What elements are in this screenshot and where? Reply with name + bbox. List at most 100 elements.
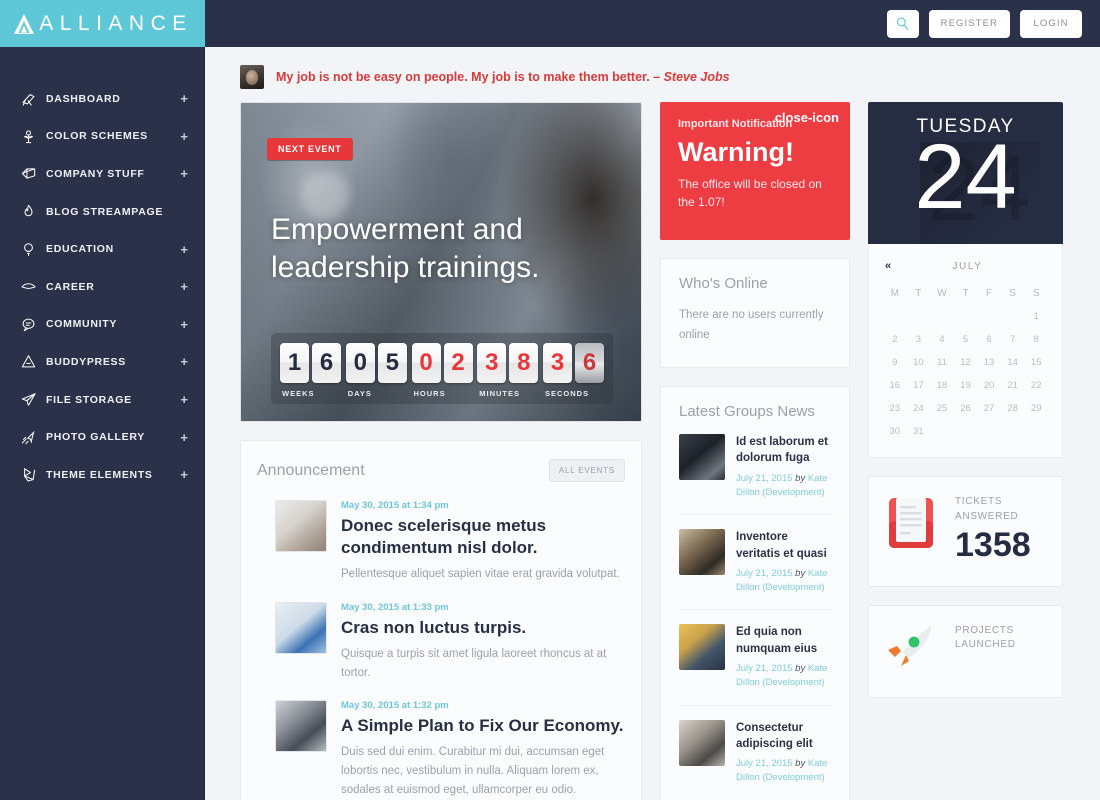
sidebar-item-community[interactable]: COMMUNITY +: [0, 306, 204, 344]
sidebar-item-career[interactable]: CAREER +: [0, 268, 204, 306]
expand-icon[interactable]: +: [180, 167, 188, 180]
announcement-post[interactable]: May 30, 2015 at 1:33 pm Cras non luctus …: [257, 584, 625, 682]
next-event-badge[interactable]: NEXT EVENT: [267, 138, 353, 160]
calendar-day-cell[interactable]: 8: [1024, 334, 1048, 345]
sidebar-item-theme-elements[interactable]: THEME ELEMENTS +: [0, 456, 204, 494]
calendar-day-cell[interactable]: 31: [907, 426, 931, 437]
expand-icon[interactable]: +: [180, 468, 188, 481]
post-body: May 30, 2015 at 1:32 pm A Simple Plan to…: [341, 700, 625, 799]
expand-icon[interactable]: +: [180, 280, 188, 293]
expand-icon[interactable]: +: [180, 130, 188, 143]
calendar-body: « JULY M T W T F S S 1 2 3 4 5 6 7 8 9 10 11 12 13 14 15 16 17 1…: [868, 244, 1063, 458]
calendar-day-cell[interactable]: 24: [907, 403, 931, 414]
countdown-label: MINUTES: [479, 389, 520, 398]
expand-icon[interactable]: +: [180, 318, 188, 331]
post-date: May 30, 2015 at 1:32 pm: [341, 700, 449, 712]
sidebar-item-label: COMMUNITY: [46, 318, 118, 331]
sidebar-item-photo-gallery[interactable]: PHOTO GALLERY +: [0, 418, 204, 456]
calendar-grid: M T W T F S S 1 2 3 4 5 6 7 8 9 10 11 12 13 14 15 16 17 18 19 20 21…: [883, 288, 1048, 437]
calendar-day-cell[interactable]: 15: [1024, 357, 1048, 368]
calendar-day-cell[interactable]: 18: [930, 380, 954, 391]
brand-name: ALLIANCE: [39, 11, 193, 35]
post-excerpt: Quisque a turpis sit amet ligula laoreet…: [341, 647, 607, 679]
sidebar-item-color-schemes[interactable]: COLOR SCHEMES +: [0, 118, 204, 156]
calendar-day-cell[interactable]: 17: [907, 380, 931, 391]
calendar-day-cell[interactable]: 16: [883, 380, 907, 391]
calendar-day-cell[interactable]: 21: [1001, 380, 1025, 391]
list-item[interactable]: Consectetur adipiscing elit July 21, 201…: [679, 706, 833, 800]
calendar-day-cell[interactable]: 23: [883, 403, 907, 414]
news-by: by: [795, 663, 806, 675]
calendar-day-cell[interactable]: 1: [1024, 311, 1048, 322]
calendar-day-cell[interactable]: 30: [883, 426, 907, 437]
all-events-button[interactable]: ALL EVENTS: [548, 459, 625, 482]
calendar-day-cell[interactable]: 5: [954, 334, 978, 345]
close-icon[interactable]: close-icon: [775, 111, 839, 124]
news-title[interactable]: Ed quia non numquam eius: [736, 624, 833, 657]
sidebar-item-blog-streampage[interactable]: BLOG STREAMPAGE: [0, 193, 204, 231]
post-date: May 30, 2015 at 1:34 pm: [341, 500, 449, 511]
sidebar-item-dashboard[interactable]: DASHBOARD +: [0, 80, 204, 118]
calendar-month-label: JULY: [952, 260, 983, 272]
calendar-day-cell[interactable]: 13: [977, 357, 1001, 368]
sidebar-item-label: COMPANY STUFF: [46, 167, 145, 180]
calendar-day-cell[interactable]: 20: [977, 380, 1001, 391]
calendar-day-cell[interactable]: 25: [930, 403, 954, 414]
column-right: TUESDAY 24 « JULY M T W T F S S 1 2 3 4 5 6 7 8 9 10 11 12…: [868, 102, 1063, 800]
calendar-day-cell[interactable]: 11: [930, 357, 954, 368]
expand-icon[interactable]: +: [180, 393, 188, 406]
calendar-day-cell[interactable]: 10: [907, 357, 931, 368]
news-title[interactable]: Inventore veritatis et quasi: [736, 529, 833, 562]
search-icon: [897, 17, 909, 30]
announcement-post[interactable]: May 30, 2015 at 1:34 pm Donec scelerisqu…: [257, 482, 625, 584]
calendar-day-cell[interactable]: 29: [1024, 403, 1048, 414]
register-button[interactable]: REGISTER: [928, 9, 1010, 38]
sidebar-item-company-stuff[interactable]: COMPANY STUFF +: [0, 155, 204, 193]
origami-bird-icon: [20, 466, 46, 483]
countdown-group-weeks: 1 6 WEEKS: [280, 343, 341, 398]
calendar-day-cell[interactable]: 3: [907, 334, 931, 345]
hero-banner[interactable]: NEXT EVENT Empowerment and leadership tr…: [240, 102, 642, 422]
calendar-day-cell[interactable]: 2: [883, 334, 907, 345]
sidebar-item-buddypress[interactable]: BUDDYPRESS +: [0, 343, 204, 381]
calendar-dow-1: T: [915, 288, 922, 299]
expand-icon[interactable]: +: [180, 92, 188, 105]
countdown-digit: 0: [345, 343, 375, 383]
expand-icon[interactable]: +: [180, 243, 188, 256]
list-item[interactable]: Inventore veritatis et quasi July 21, 20…: [679, 515, 833, 611]
calendar-day-cell[interactable]: 22: [1024, 380, 1048, 391]
countdown-digits: 1 6: [280, 343, 341, 383]
sidebar-item-file-storage[interactable]: FILE STORAGE +: [0, 381, 204, 419]
calendar-day-cell[interactable]: 6: [977, 334, 1001, 345]
expand-icon[interactable]: +: [180, 355, 188, 368]
news-title[interactable]: Consectetur adipiscing elit: [736, 720, 833, 753]
news-title[interactable]: Id est laborum et dolorum fuga: [736, 434, 833, 467]
list-item[interactable]: Ed quia non numquam eius July 21, 2015 b…: [679, 610, 833, 706]
post-title[interactable]: Donec scelerisque metus condimentum nisl…: [341, 515, 625, 559]
calendar-day-cell[interactable]: 19: [954, 380, 978, 391]
search-button[interactable]: [886, 9, 919, 38]
expand-icon[interactable]: +: [180, 431, 188, 444]
calendar-day-cell[interactable]: 26: [954, 403, 978, 414]
news-thumbnail: [679, 624, 725, 671]
lightbulb-pin-icon: [20, 241, 46, 258]
brand-logo[interactable]: ALLIANCE: [0, 0, 205, 47]
post-title[interactable]: A Simple Plan to Fix Our Economy.: [341, 715, 625, 737]
calendar-day-cell[interactable]: 28: [1001, 403, 1025, 414]
news-meta: July 21, 2015 by Kate Dillon (Developmen…: [736, 567, 833, 596]
login-button[interactable]: LOGIN: [1020, 9, 1082, 38]
rocket-icon: [885, 624, 941, 675]
list-item[interactable]: Id est laborum et dolorum fuga July 21, …: [679, 420, 833, 516]
calendar-day-cell[interactable]: 9: [883, 357, 907, 368]
post-title[interactable]: Cras non luctus turpis.: [341, 617, 625, 639]
countdown-digit: 0: [411, 343, 441, 383]
announcement-post[interactable]: May 30, 2015 at 1:32 pm A Simple Plan to…: [257, 682, 625, 799]
calendar-day-cell[interactable]: 7: [1001, 334, 1025, 345]
calendar-day-cell[interactable]: 4: [930, 334, 954, 345]
calendar-day-cell[interactable]: 14: [1001, 357, 1025, 368]
calendar-day-cell[interactable]: 12: [954, 357, 978, 368]
news-by: by: [795, 472, 806, 484]
news-date: July 21, 2015: [736, 758, 793, 770]
calendar-day-cell[interactable]: 27: [977, 403, 1001, 414]
sidebar-item-education[interactable]: EDUCATION +: [0, 230, 204, 268]
